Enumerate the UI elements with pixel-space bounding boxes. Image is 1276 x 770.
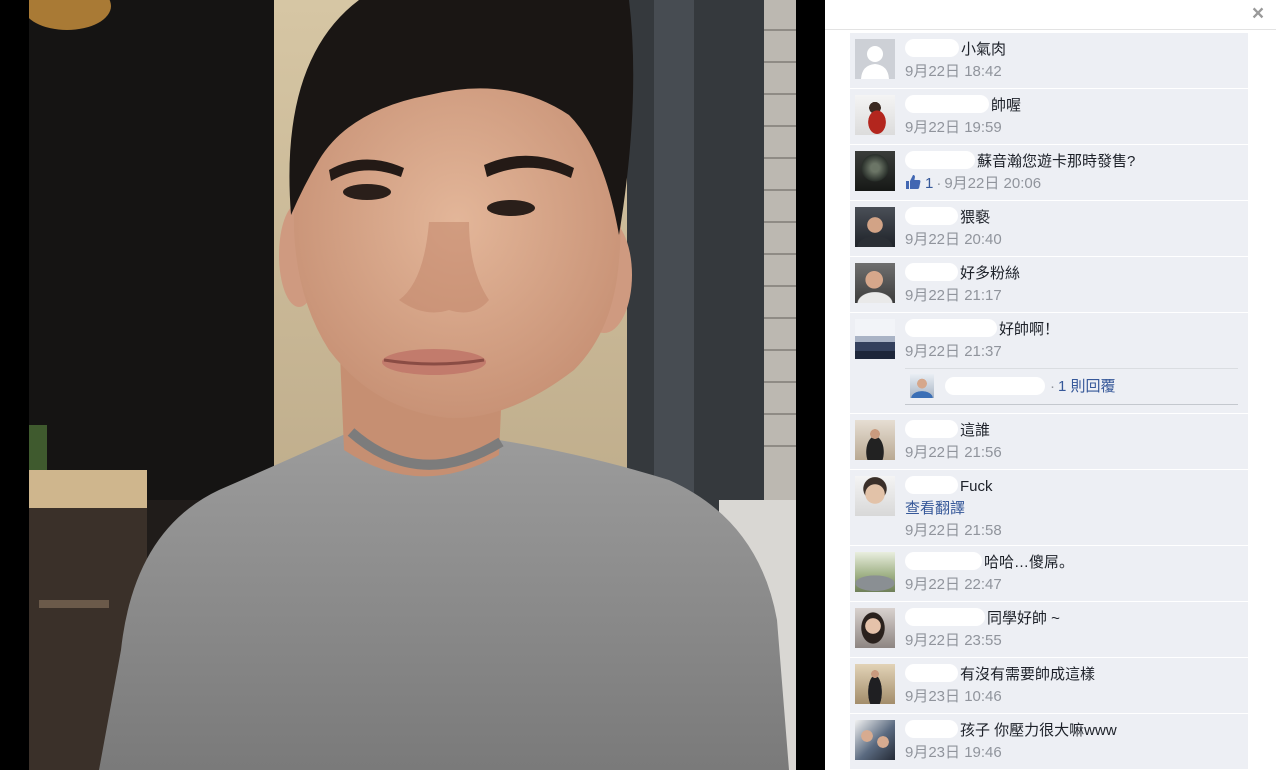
- comment-time[interactable]: 9月22日 18:42: [905, 63, 1002, 80]
- comment-text: 好帥啊！: [999, 321, 1060, 338]
- comment-time[interactable]: 9月22日 21:37: [905, 343, 1002, 360]
- comment-text: 好多粉絲: [960, 265, 1021, 282]
- comment-text: 同學好帥 ~: [987, 610, 1060, 627]
- commenter-avatar[interactable]: [855, 664, 895, 704]
- default-user-icon: [861, 46, 889, 79]
- redacted-name[interactable]: [905, 95, 989, 113]
- comment-item: 孩子 你壓力很大嘛www 9月23日 19:46: [850, 714, 1248, 770]
- redacted-name[interactable]: [905, 319, 997, 337]
- comment-list: 小氣肉 9月22日 18:42 帥喔 9月22日 19:59 蘇音瀚您遊卡那時發…: [850, 33, 1248, 770]
- comment-time[interactable]: 9月22日 21:17: [905, 287, 1002, 304]
- commenter-avatar[interactable]: [855, 552, 895, 592]
- comment-time[interactable]: 9月22日 22:47: [905, 576, 1002, 593]
- comment-time[interactable]: 9月22日 20:06: [944, 175, 1041, 192]
- photo-dark-panel: [29, 0, 274, 500]
- commenter-avatar[interactable]: [855, 95, 895, 135]
- comment-text: Fuck: [960, 478, 993, 495]
- comment-text: 哈哈…傻屌。: [984, 554, 1075, 571]
- photo[interactable]: [29, 0, 796, 770]
- photo-table-top: [29, 470, 147, 508]
- comment-item: 同學好帥 ~ 9月22日 23:55: [850, 602, 1248, 658]
- redacted-name: [945, 377, 1045, 395]
- commenter-avatar[interactable]: [855, 476, 895, 516]
- redacted-name[interactable]: [905, 263, 958, 281]
- photo-plant: [29, 425, 47, 470]
- commenter-avatar[interactable]: [855, 207, 895, 247]
- comment-item: 猥褻 9月22日 20:40: [850, 201, 1248, 257]
- comment-item: 這誰 9月22日 21:56: [850, 414, 1248, 470]
- photo-image: [29, 0, 796, 770]
- commenter-avatar[interactable]: [855, 608, 895, 648]
- reply-count-label[interactable]: 1 則回覆: [1058, 378, 1116, 395]
- comment-item: 好多粉絲 9月22日 21:17: [850, 257, 1248, 313]
- comment-text: 小氣肉: [961, 41, 1007, 58]
- comment-time[interactable]: 9月23日 10:46: [905, 688, 1002, 705]
- commenter-avatar[interactable]: [855, 151, 895, 191]
- comment-time[interactable]: 9月22日 23:55: [905, 632, 1002, 649]
- comment-item: 有沒有需要帥成這樣 9月23日 10:46: [850, 658, 1248, 714]
- comment-item: 好帥啊！ 9月22日 21:37 · 1 則回覆: [850, 313, 1248, 414]
- redacted-name[interactable]: [905, 151, 975, 169]
- comment-text: 猥褻: [960, 209, 991, 226]
- replies-toggle[interactable]: · 1 則回覆: [905, 368, 1238, 405]
- like-count[interactable]: 1: [925, 175, 933, 192]
- commenter-avatar[interactable]: [855, 39, 895, 79]
- redacted-name[interactable]: [905, 608, 985, 626]
- see-translation-link[interactable]: 查看翻譯: [905, 500, 965, 517]
- photo-stage: [0, 0, 825, 770]
- commenter-avatar[interactable]: [855, 420, 895, 460]
- redacted-name[interactable]: [905, 476, 958, 494]
- comment-time[interactable]: 9月22日 19:59: [905, 119, 1002, 136]
- comment-text: 帥喔: [991, 97, 1022, 114]
- redacted-name[interactable]: [905, 207, 958, 225]
- close-icon[interactable]: ×: [1248, 3, 1268, 25]
- comment-text: 孩子 你壓力很大嘛www: [960, 722, 1117, 739]
- comment-text: 有沒有需要帥成這樣: [960, 666, 1096, 683]
- redacted-name[interactable]: [905, 552, 982, 570]
- comment-time[interactable]: 9月22日 21:56: [905, 444, 1002, 461]
- comment-text: 蘇音瀚您遊卡那時發售?: [977, 153, 1136, 170]
- redacted-name[interactable]: [905, 39, 959, 57]
- comment-item: 帥喔 9月22日 19:59: [850, 89, 1248, 145]
- reply-count-link[interactable]: · 1 則回覆: [1047, 369, 1116, 404]
- redacted-name[interactable]: [905, 720, 958, 738]
- reply-avatar: [910, 374, 934, 398]
- subject-left-eye: [343, 184, 391, 200]
- commenter-avatar[interactable]: [855, 720, 895, 760]
- commenter-avatar[interactable]: [855, 263, 895, 303]
- redacted-name[interactable]: [905, 664, 958, 682]
- comment-item: Fuck 查看翻譯 9月22日 21:58: [850, 470, 1248, 546]
- comment-time[interactable]: 9月23日 19:46: [905, 744, 1002, 761]
- separator-dot: ·: [936, 175, 942, 192]
- comment-item: 小氣肉 9月22日 18:42: [850, 33, 1248, 89]
- comment-text: 這誰: [960, 422, 991, 439]
- comment-time[interactable]: 9月22日 21:58: [905, 522, 1002, 539]
- redacted-name[interactable]: [905, 420, 958, 438]
- photo-chair: [39, 600, 109, 608]
- panel-header: ×: [825, 0, 1276, 30]
- thumbs-up-icon: [905, 174, 921, 190]
- comments-panel: × 小氣肉 9月22日 18:42 帥喔 9月22日 19:59 蘇音瀚您遊卡那…: [825, 0, 1276, 770]
- subject-right-eye: [487, 200, 535, 216]
- comment-time[interactable]: 9月22日 20:40: [905, 231, 1002, 248]
- separator-dot: ·: [1050, 378, 1055, 395]
- comment-item: 蘇音瀚您遊卡那時發售? 1 · 9月22日 20:06: [850, 145, 1248, 201]
- commenter-avatar[interactable]: [855, 319, 895, 359]
- comment-item: 哈哈…傻屌。 9月22日 22:47: [850, 546, 1248, 602]
